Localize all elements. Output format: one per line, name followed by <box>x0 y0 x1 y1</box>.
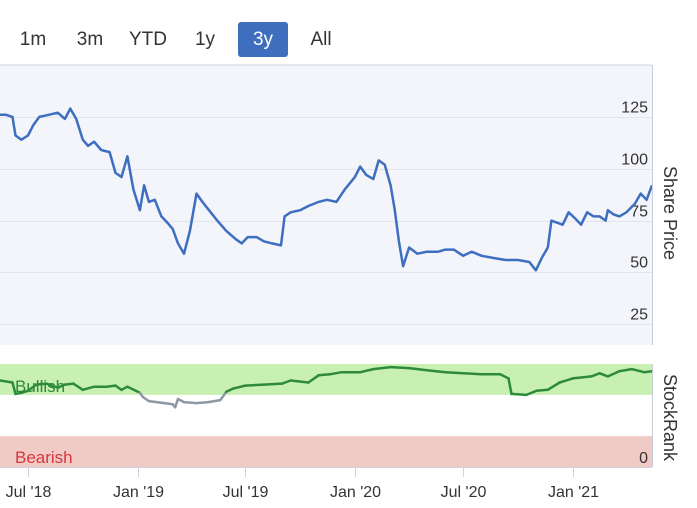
stockrank-y-tick-label: 0 <box>639 450 648 467</box>
x-tick-label: Jul '19 <box>223 484 269 501</box>
price-plot-background <box>0 65 652 345</box>
stockrank-panel: Bullish Bearish 0 StockRank <box>0 364 680 467</box>
stockrank-line-segment <box>63 382 75 386</box>
stockrank-y-axis-title: StockRank <box>660 374 680 462</box>
price-y-tick-label: 50 <box>630 255 648 272</box>
x-tick-label: Jan '21 <box>548 484 599 501</box>
bullish-band <box>0 364 652 395</box>
stockrank-line-segment <box>182 400 198 405</box>
x-axis: Jul '18 Jan '19 Jul '19 Jan '20 Jul '20 Jan '… <box>0 467 652 501</box>
stockrank-y-tick-labels: 0 <box>639 450 648 467</box>
stockrank-line-segment <box>105 384 117 388</box>
price-y-tick-label: 125 <box>621 100 648 117</box>
stockrank-line-segment <box>207 398 222 404</box>
stockrank-line-segment <box>444 370 465 375</box>
price-y-tick-label: 25 <box>630 307 648 324</box>
bearish-band-label: Bearish <box>15 448 73 467</box>
stockrank-line-segment <box>173 397 180 409</box>
bearish-band <box>0 436 652 467</box>
x-tick-label: Jul '18 <box>6 484 52 501</box>
stockrank-line-segment <box>262 382 284 386</box>
share-price-chart: 255075100125 Share Price Bullish Bearish… <box>0 64 680 501</box>
x-tick-label: Jul '20 <box>441 484 487 501</box>
stockrank-line-segment <box>510 392 528 397</box>
price-y-tick-label: 100 <box>621 152 648 169</box>
x-tick-label: Jan '20 <box>330 484 381 501</box>
stockrank-line-segment <box>147 399 166 405</box>
price-panel: 255075100125 Share Price <box>0 64 680 345</box>
stockrank-line-segment <box>244 383 266 387</box>
stockrank-line-segment <box>535 388 550 393</box>
stockrank-line-segment <box>35 382 48 386</box>
stockrank-line-segment <box>389 365 411 370</box>
stockrank-line-segment <box>643 369 654 374</box>
price-y-axis-title: Share Price <box>660 166 680 260</box>
stockrank-line-segment <box>317 373 332 377</box>
stockrank-line-segment <box>163 401 174 406</box>
stockrank-line-segment <box>195 400 210 405</box>
x-tick-label: Jan '19 <box>113 484 164 501</box>
stockrank-line-segment <box>461 372 483 376</box>
